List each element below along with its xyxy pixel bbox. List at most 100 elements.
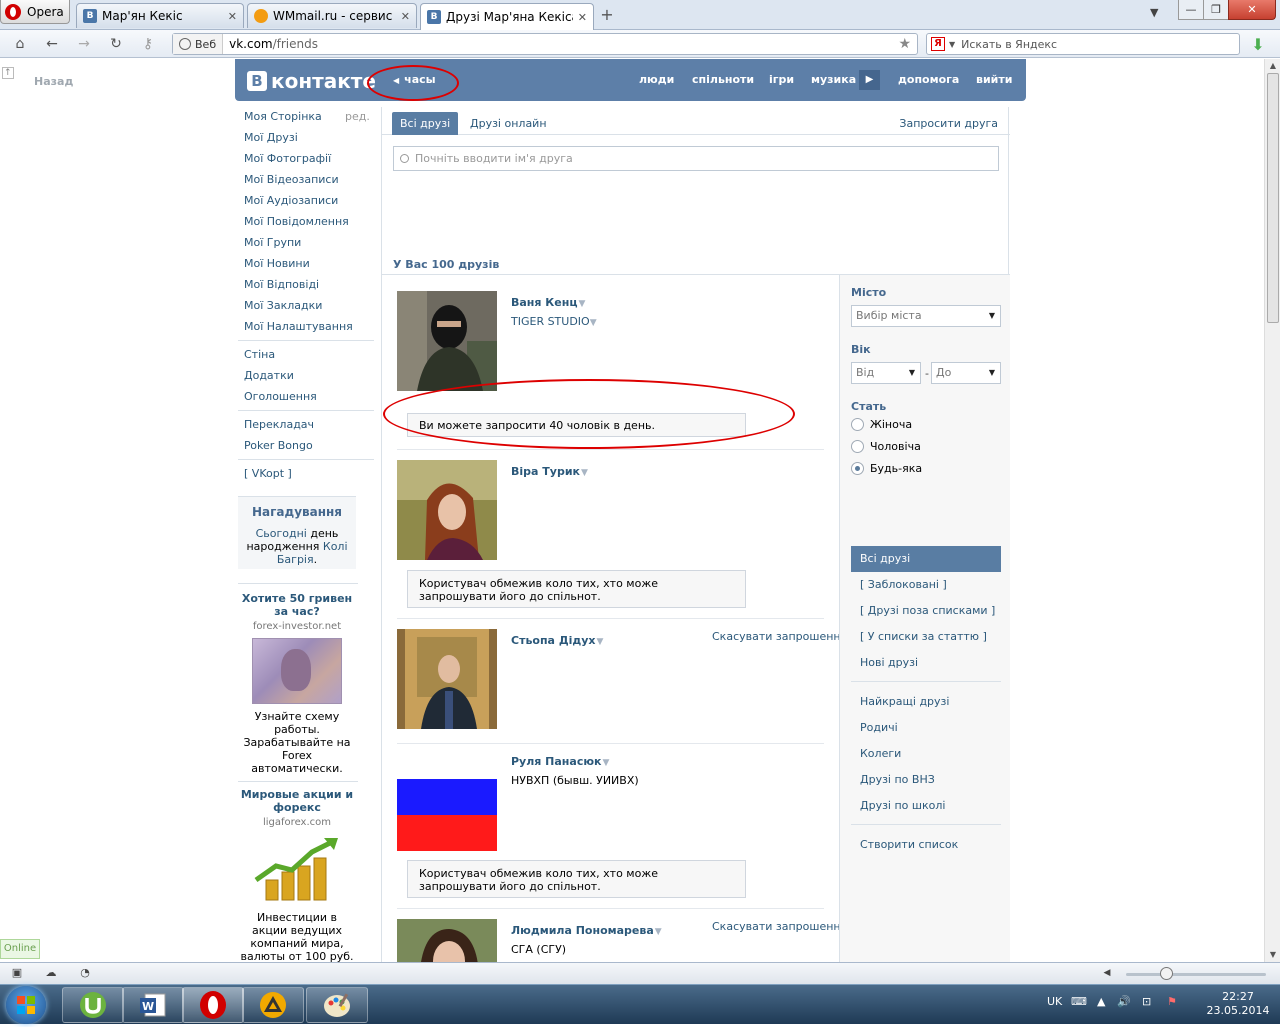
language-indicator[interactable]: UK xyxy=(1047,995,1062,1008)
back-arrow-icon[interactable]: ← xyxy=(42,35,62,53)
taskbar-utorrent[interactable] xyxy=(62,987,124,1023)
radio-selected-icon[interactable] xyxy=(851,462,864,475)
tab-friends[interactable]: B Друзі Мар'яна Кекіса |... ✕ xyxy=(420,3,594,30)
list-unlisted[interactable]: [ Друзі поза списками ] xyxy=(860,604,995,617)
taskbar-paint[interactable] xyxy=(306,987,368,1023)
scroll-down-icon[interactable]: ▼ xyxy=(1265,948,1280,962)
network-icon[interactable]: ⊡ xyxy=(1142,995,1151,1008)
menu-my-answers[interactable]: Мої Відповіді xyxy=(244,274,374,295)
menu-my-groups[interactable]: Мої Групи xyxy=(244,232,374,253)
city-select[interactable]: Вибір міста ▼ xyxy=(851,305,1001,327)
close-tab-icon[interactable]: ✕ xyxy=(228,10,237,23)
reminder-today-link[interactable]: Сьогодні xyxy=(256,527,307,540)
taskbar-opera[interactable] xyxy=(182,987,244,1023)
ad-block-2[interactable]: Мировые акции и форекс ligaforex.com Инв… xyxy=(238,788,356,962)
window-minimize-icon[interactable]: — xyxy=(1178,0,1204,20)
ad-coins-chart-image[interactable] xyxy=(252,836,342,902)
create-list-link[interactable]: Створити список xyxy=(860,838,958,851)
friend-name-link[interactable]: Ваня Кенц▼ xyxy=(511,296,585,309)
friend-avatar[interactable] xyxy=(397,460,497,560)
scroll-up-icon[interactable]: ▲ xyxy=(1265,59,1280,73)
tab-friends-online[interactable]: Друзі онлайн xyxy=(462,112,555,135)
zoom-left-icon[interactable]: ◀ xyxy=(1100,966,1114,980)
window-close-icon[interactable]: ✕ xyxy=(1228,0,1276,20)
ad-banknote-image[interactable] xyxy=(252,638,342,704)
vk-logo[interactable]: В контакте xyxy=(247,69,376,93)
panel-toggle-icon[interactable]: ▣ xyxy=(10,966,24,980)
list-all-friends[interactable]: Всі друзі xyxy=(851,546,1001,572)
home-icon[interactable]: ⌂ xyxy=(10,35,30,53)
zoom-slider-knob[interactable] xyxy=(1160,967,1173,980)
friend-subtitle-link[interactable]: TIGER STUDIO▼ xyxy=(511,315,597,328)
close-tab-icon[interactable]: ✕ xyxy=(401,10,410,23)
list-colleagues[interactable]: Колеги xyxy=(860,747,901,760)
menu-vkopt[interactable]: [ VKopt ] xyxy=(244,463,374,484)
menu-ads[interactable]: Оголошення xyxy=(244,386,374,407)
menu-my-friends[interactable]: Мої Друзі xyxy=(244,127,374,148)
nav-people[interactable]: люди xyxy=(639,73,674,86)
subtitle-chevron-down-icon[interactable]: ▼ xyxy=(590,318,597,328)
friend-name-link[interactable]: Руля Панасюк▼ xyxy=(511,755,609,768)
list-relatives[interactable]: Родичі xyxy=(860,721,898,734)
nav-music[interactable]: музика xyxy=(811,73,856,86)
name-chevron-down-icon[interactable]: ▼ xyxy=(581,468,588,478)
zoom-slider[interactable] xyxy=(1126,973,1266,976)
tray-expand-icon[interactable]: ▲ xyxy=(1097,995,1105,1008)
cancel-invite-link[interactable]: Скасувати запрошення xyxy=(712,920,847,933)
friend-search-input[interactable]: Почніть вводити ім'я друга xyxy=(393,146,999,171)
edit-link[interactable]: ред. xyxy=(345,106,370,127)
radio-icon[interactable] xyxy=(851,440,864,453)
name-chevron-down-icon[interactable]: ▼ xyxy=(603,758,610,768)
sex-radio-male[interactable]: Чоловіча xyxy=(851,440,921,453)
window-maximize-icon[interactable]: ❐ xyxy=(1203,0,1229,20)
friend-name-link[interactable]: Стьопа Дідух▼ xyxy=(511,634,603,647)
nav-play-icon[interactable]: ▶ xyxy=(859,70,880,90)
menu-apps[interactable]: Додатки xyxy=(244,365,374,386)
invite-friend-link[interactable]: Запросити друга xyxy=(899,117,998,130)
new-tab-icon[interactable]: + xyxy=(598,6,616,24)
list-new-friends[interactable]: Нові друзі xyxy=(860,656,918,669)
download-arrow-icon[interactable]: ⬇ xyxy=(1248,35,1268,55)
friend-name-link[interactable]: Віра Турик▼ xyxy=(511,465,588,478)
address-field[interactable]: Веб vk.com/friends ★ xyxy=(172,33,918,55)
yandex-search-field[interactable]: Я ▼ Искать в Яндекс xyxy=(926,33,1240,55)
ad-block-1[interactable]: Хотите 50 гривен за час? forex-investor.… xyxy=(238,592,356,775)
menu-my-videos[interactable]: Мої Відеозаписи xyxy=(244,169,374,190)
friend-avatar[interactable] xyxy=(397,919,497,962)
nav-communities[interactable]: спільноти xyxy=(692,73,754,86)
speed-dial-icon[interactable]: ◔ xyxy=(78,966,92,980)
list-blocked[interactable]: [ Заблоковані ] xyxy=(860,578,947,591)
age-to-select[interactable]: До ▼ xyxy=(931,362,1001,384)
nav-logout[interactable]: вийти xyxy=(976,73,1012,86)
cancel-invite-link[interactable]: Скасувати запрошення xyxy=(712,630,847,643)
tab-wmmail[interactable]: WMmail.ru - сервис п... ✕ xyxy=(247,3,417,28)
scrollbar-thumb[interactable] xyxy=(1267,73,1279,323)
age-from-select[interactable]: Від ▼ xyxy=(851,362,921,384)
friend-avatar[interactable] xyxy=(397,629,497,729)
menu-my-bookmarks[interactable]: Мої Закладки xyxy=(244,295,374,316)
flag-alert-icon[interactable]: ⚑ xyxy=(1167,995,1177,1008)
forward-arrow-icon[interactable]: → xyxy=(74,35,94,53)
nav-games[interactable]: ігри xyxy=(769,73,794,86)
close-tab-icon[interactable]: ✕ xyxy=(578,11,587,24)
friend-avatar[interactable] xyxy=(397,291,497,391)
list-university[interactable]: Друзі по ВНЗ xyxy=(860,773,935,786)
tab-all-friends[interactable]: Всі друзі xyxy=(392,112,459,135)
list-by-sex[interactable]: [ У списки за статтю ] xyxy=(860,630,987,643)
menu-my-messages[interactable]: Мої Повідомлення xyxy=(244,211,374,232)
bookmark-star-icon[interactable]: ★ xyxy=(898,36,911,52)
menu-translator[interactable]: Перекладач xyxy=(244,414,374,435)
taskbar-word[interactable]: W xyxy=(122,987,184,1023)
menu-my-news[interactable]: Мої Новини xyxy=(244,253,374,274)
friend-name-link[interactable]: Людмила Пономарева▼ xyxy=(511,924,662,937)
ad-title[interactable]: Мировые акции и форекс xyxy=(238,788,356,814)
list-school[interactable]: Друзі по школі xyxy=(860,799,945,812)
name-chevron-down-icon[interactable]: ▼ xyxy=(655,927,662,937)
taskbar-clock[interactable]: 22:27 23.05.2014 xyxy=(1200,990,1276,1018)
page-scrollbar[interactable]: ▲ ▼ xyxy=(1264,59,1280,962)
volume-icon[interactable]: 🔊 xyxy=(1117,995,1131,1008)
back-link[interactable]: ↑ Назад xyxy=(2,65,73,88)
list-best-friends[interactable]: Найкращі друзі xyxy=(860,695,949,708)
search-engine-chevron-icon[interactable]: ▼ xyxy=(949,40,955,49)
windows-start-button[interactable] xyxy=(6,986,46,1024)
